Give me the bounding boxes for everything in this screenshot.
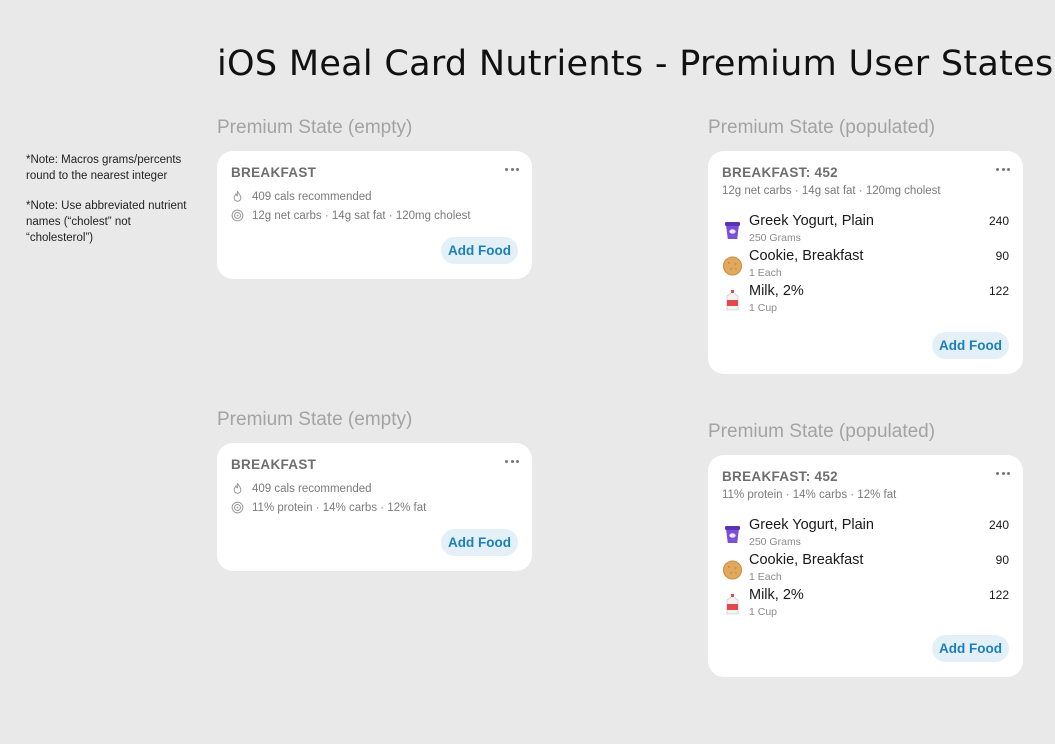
more-options-icon[interactable] [996, 164, 1010, 174]
cookie-icon [723, 560, 742, 580]
note-rounding: *Note: Macros grams/percents round to th… [26, 154, 182, 182]
calories-recommended: 409 cals recommended [252, 190, 372, 203]
add-food-button[interactable]: Add Food [932, 635, 1009, 662]
calories-recommended: 409 cals recommended [252, 482, 372, 495]
food-serving: 1 Cup [749, 302, 778, 314]
food-row[interactable]: Greek Yogurt, Plain 250 Grams 240 [722, 213, 1009, 245]
page-title: iOS Meal Card Nutrients - Premium User S… [217, 44, 1054, 84]
food-serving: 1 Cup [749, 606, 778, 618]
target-icon [231, 209, 244, 222]
add-food-button[interactable]: Add Food [441, 529, 518, 556]
nutrient-summary: 12g net carbs · 14g sat fat · 120mg chol… [722, 185, 941, 197]
flame-icon [233, 190, 242, 202]
food-row[interactable]: Cookie, Breakfast 1 Each 90 [722, 248, 1009, 280]
food-name: Milk, 2% [749, 283, 804, 299]
nutrients-row: 11% protein · 14% carbs · 12% fat [231, 501, 426, 514]
food-name: Milk, 2% [749, 587, 804, 603]
more-options-icon[interactable] [996, 468, 1010, 478]
food-calories: 240 [988, 214, 1009, 228]
note-abbreviations: *Note: Use abbreviated nutrient names (“… [26, 200, 187, 244]
meal-card-populated-1: BREAKFAST: 452 12g net carbs · 14g sat f… [708, 151, 1023, 374]
meal-card-populated-2: BREAKFAST: 452 11% protein · 14% carbs ·… [708, 455, 1023, 677]
state-label-populated-2: Premium State (populated) [708, 421, 936, 442]
nutrient-summary: 11% protein · 14% carbs · 12% fat [252, 501, 427, 514]
calories-row: 409 cals recommended [231, 482, 372, 495]
food-serving: 250 Grams [749, 536, 801, 548]
state-label-empty-1: Premium State (empty) [217, 117, 413, 138]
nutrients-row: 12g net carbs · 14g sat fat · 120mg chol… [231, 209, 471, 222]
notes: *Note: Macros grams/percents round to th… [26, 152, 201, 260]
nutrient-summary: 11% protein · 14% carbs · 12% fat [722, 489, 897, 501]
meal-card-empty-2: BREAKFAST 409 cals recommended 11% prote… [217, 443, 532, 571]
food-serving: 250 Grams [749, 232, 801, 244]
milk-carton-icon [726, 290, 739, 311]
milk-carton-icon [726, 594, 739, 615]
state-label-populated-1: Premium State (populated) [708, 117, 936, 138]
add-food-button[interactable]: Add Food [932, 332, 1009, 359]
nutrient-summary: 12g net carbs · 14g sat fat · 120mg chol… [252, 209, 471, 222]
food-row[interactable]: Milk, 2% 1 Cup 122 [722, 283, 1009, 315]
food-calories: 90 [995, 553, 1009, 567]
more-options-icon[interactable] [505, 164, 519, 174]
food-name: Greek Yogurt, Plain [749, 517, 874, 533]
calories-row: 409 cals recommended [231, 190, 372, 203]
food-name: Cookie, Breakfast [749, 552, 864, 568]
food-name: Cookie, Breakfast [749, 248, 864, 264]
yogurt-icon [725, 526, 740, 543]
meal-title: BREAKFAST [231, 457, 317, 472]
meal-card-empty-1: BREAKFAST 409 cals recommended 12g net c… [217, 151, 532, 279]
food-calories: 122 [988, 284, 1009, 298]
food-serving: 1 Each [749, 267, 782, 279]
yogurt-icon [725, 222, 740, 239]
food-calories: 122 [988, 588, 1009, 602]
food-name: Greek Yogurt, Plain [749, 213, 874, 229]
state-label-empty-2: Premium State (empty) [217, 409, 413, 430]
meal-title: BREAKFAST [231, 165, 317, 180]
more-options-icon[interactable] [505, 456, 519, 466]
food-calories: 240 [988, 518, 1009, 532]
food-serving: 1 Each [749, 571, 782, 583]
food-row[interactable]: Cookie, Breakfast 1 Each 90 [722, 552, 1009, 584]
meal-title: BREAKFAST: 452 [722, 165, 838, 180]
food-row[interactable]: Milk, 2% 1 Cup 122 [722, 587, 1009, 619]
meal-title: BREAKFAST: 452 [722, 469, 838, 484]
food-row[interactable]: Greek Yogurt, Plain 250 Grams 240 [722, 517, 1009, 549]
add-food-button[interactable]: Add Food [441, 237, 518, 264]
target-icon [231, 501, 244, 514]
cookie-icon [723, 256, 742, 276]
flame-icon [233, 482, 242, 494]
food-calories: 90 [995, 249, 1009, 263]
